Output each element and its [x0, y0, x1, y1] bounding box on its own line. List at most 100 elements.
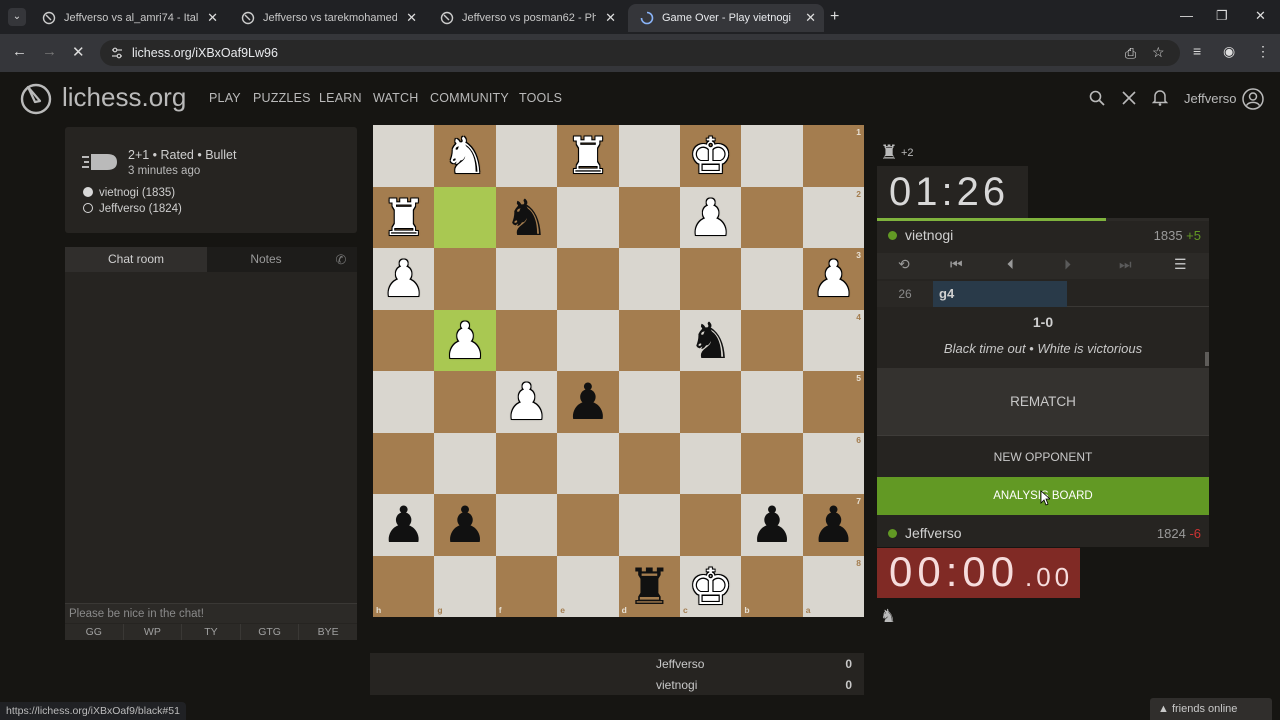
- media-control-icon[interactable]: ≡: [1193, 43, 1201, 59]
- white-knight-piece[interactable]: ♞: [434, 125, 495, 187]
- white-pawn-piece[interactable]: ♟: [373, 248, 434, 310]
- close-tab-icon[interactable]: ✕: [406, 4, 417, 32]
- restore-icon[interactable]: ❐: [1216, 8, 1228, 24]
- square-f8[interactable]: [495, 555, 558, 617]
- user-menu[interactable]: Jeffverso: [1184, 91, 1237, 106]
- hamburger-menu-icon[interactable]: ☰: [1174, 256, 1187, 273]
- square-a4[interactable]: [802, 309, 865, 371]
- forward-arrow-icon[interactable]: →: [42, 43, 57, 60]
- browser-menu-icon[interactable]: ⋮: [1256, 43, 1270, 60]
- friends-online-button[interactable]: ▲ friends online: [1150, 698, 1272, 720]
- square-f7[interactable]: [495, 494, 558, 556]
- square-f3[interactable]: [495, 248, 558, 310]
- browser-tab-3[interactable]: Jeffverso vs posman62 - Philido ✕: [428, 4, 624, 32]
- lichess-logo-icon[interactable]: [18, 80, 54, 116]
- nav-learn[interactable]: LEARN: [319, 91, 362, 105]
- square-a6[interactable]: [802, 432, 865, 494]
- square-f1[interactable]: [495, 125, 558, 187]
- browser-tab-2[interactable]: Jeffverso vs tarekmohamedm - ✕: [229, 4, 425, 32]
- black-player-name[interactable]: Jeffverso (1824): [99, 203, 182, 215]
- nav-community[interactable]: COMMUNITY: [430, 91, 509, 105]
- swords-icon[interactable]: [1121, 90, 1137, 106]
- tab-search-button[interactable]: ⌄: [8, 8, 26, 26]
- square-b1[interactable]: [741, 125, 803, 187]
- voice-chat-phone-icon[interactable]: ✆: [325, 247, 357, 272]
- browser-tab-4-active[interactable]: Game Over - Play vietnogi ✕: [628, 4, 824, 32]
- square-a2[interactable]: [802, 186, 865, 248]
- site-logo-text[interactable]: lichess.org: [62, 82, 186, 113]
- square-h5[interactable]: [373, 371, 435, 433]
- new-tab-button[interactable]: +: [830, 8, 839, 26]
- square-c3[interactable]: [680, 248, 742, 310]
- white-pawn-piece[interactable]: ♟: [496, 371, 557, 433]
- nav-play[interactable]: PLAY: [209, 91, 241, 105]
- user-avatar-icon[interactable]: [1242, 88, 1264, 110]
- notification-bell-icon[interactable]: [1152, 89, 1168, 106]
- square-h8[interactable]: [373, 555, 435, 617]
- square-e2[interactable]: [557, 186, 619, 248]
- white-king-piece[interactable]: ♚: [680, 556, 741, 618]
- black-player-line[interactable]: Jeffverso (1824): [83, 203, 182, 215]
- quick-reply-ty[interactable]: TY: [182, 624, 241, 640]
- next-move-icon[interactable]: ⏵: [1064, 256, 1071, 273]
- square-c7[interactable]: [680, 494, 742, 556]
- black-rook-piece[interactable]: ♜: [619, 556, 680, 618]
- black-pawn-piece[interactable]: ♟: [741, 494, 802, 556]
- square-e7[interactable]: [557, 494, 619, 556]
- square-d1[interactable]: [618, 125, 680, 187]
- square-b3[interactable]: [741, 248, 803, 310]
- search-icon[interactable]: [1089, 90, 1105, 106]
- square-d3[interactable]: [618, 248, 680, 310]
- crosstable-row[interactable]: Jeffverso 0: [646, 653, 864, 674]
- url-field[interactable]: lichess.org/iXBxOaf9Lw96 ⎙ ☆: [100, 40, 1180, 66]
- nav-watch[interactable]: WATCH: [373, 91, 418, 105]
- tab-notes[interactable]: Notes: [207, 247, 325, 272]
- nav-puzzles[interactable]: PUZZLES: [253, 91, 311, 105]
- black-pawn-piece[interactable]: ♟: [557, 371, 618, 433]
- bookmark-star-icon[interactable]: ☆: [1152, 44, 1165, 61]
- square-a1[interactable]: [802, 125, 865, 187]
- square-f6[interactable]: [495, 432, 558, 494]
- quick-reply-wp[interactable]: WP: [124, 624, 183, 640]
- square-c6[interactable]: [680, 432, 742, 494]
- white-pawn-piece[interactable]: ♟: [680, 187, 741, 249]
- black-pawn-piece[interactable]: ♟: [373, 494, 434, 556]
- square-d6[interactable]: [618, 432, 680, 494]
- rematch-button[interactable]: REMATCH: [877, 368, 1209, 436]
- square-e3[interactable]: [557, 248, 619, 310]
- crosstable-row[interactable]: vietnogi 0: [646, 674, 864, 695]
- square-d5[interactable]: [618, 371, 680, 433]
- square-h1[interactable]: [373, 125, 435, 187]
- white-pawn-piece[interactable]: ♟: [434, 310, 495, 372]
- flip-board-icon[interactable]: ⟲: [898, 256, 910, 273]
- nav-tools[interactable]: TOOLS: [519, 91, 562, 105]
- previous-move-icon[interactable]: ⏴: [1007, 256, 1014, 273]
- square-g3[interactable]: [434, 248, 496, 310]
- black-pawn-piece[interactable]: ♟: [434, 494, 495, 556]
- square-h6[interactable]: [373, 432, 435, 494]
- back-arrow-icon[interactable]: ←: [12, 43, 27, 60]
- white-pawn-piece[interactable]: ♟: [803, 248, 864, 310]
- last-move-icon[interactable]: ⏭: [1119, 256, 1132, 273]
- new-opponent-button[interactable]: NEW OPPONENT: [877, 441, 1209, 473]
- close-tab-icon[interactable]: ✕: [605, 4, 616, 32]
- square-d2[interactable]: [618, 186, 680, 248]
- square-b5[interactable]: [741, 371, 803, 433]
- black-pawn-piece[interactable]: ♟: [803, 494, 864, 556]
- square-g8[interactable]: [434, 555, 496, 617]
- square-g2[interactable]: [434, 186, 496, 248]
- opponent-name[interactable]: vietnogi: [905, 227, 953, 243]
- square-e4[interactable]: [557, 309, 619, 371]
- close-tab-icon[interactable]: ✕: [805, 4, 816, 32]
- white-player-name[interactable]: vietnogi (1835): [99, 187, 175, 199]
- tab-chat-room[interactable]: Chat room: [65, 247, 207, 272]
- square-b6[interactable]: [741, 432, 803, 494]
- square-b4[interactable]: [741, 309, 803, 371]
- black-knight-piece[interactable]: ♞: [496, 187, 557, 249]
- quick-reply-gg[interactable]: GG: [65, 624, 124, 640]
- chat-input[interactable]: [65, 603, 357, 623]
- window-close-icon[interactable]: ✕: [1255, 8, 1266, 24]
- move-white[interactable]: g4: [933, 281, 1067, 307]
- first-move-icon[interactable]: ⏮: [950, 256, 963, 273]
- site-settings-icon[interactable]: [110, 46, 124, 60]
